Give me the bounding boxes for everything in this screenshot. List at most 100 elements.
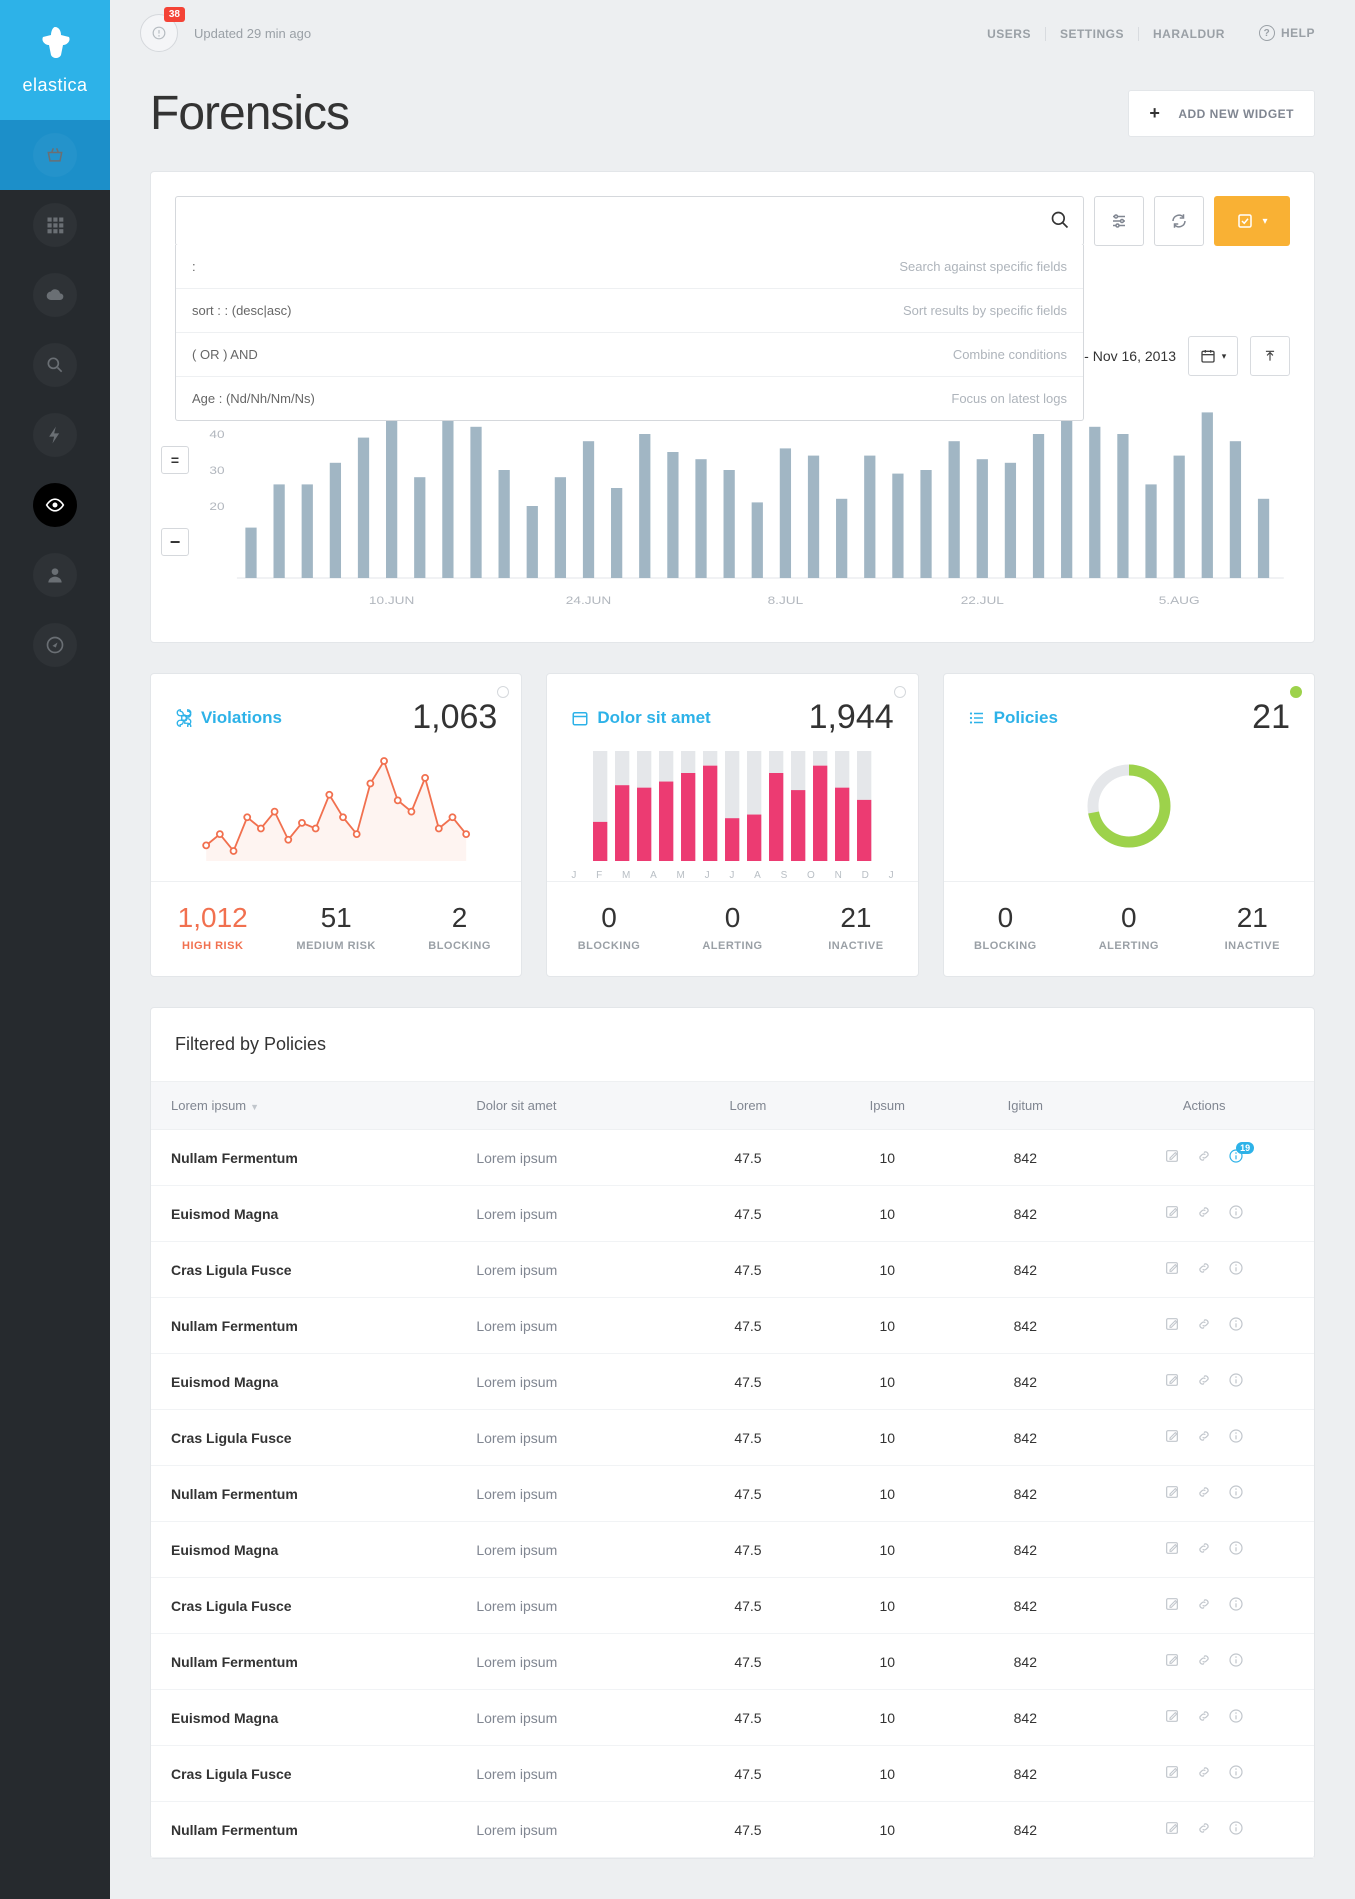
sidebar-item-eye[interactable] [0, 470, 110, 540]
row-val-a: 47.5 [678, 1746, 819, 1802]
edit-action[interactable] [1164, 1820, 1180, 1839]
info-action[interactable]: 19 [1228, 1148, 1244, 1167]
link-icon [1196, 1484, 1212, 1500]
column-header[interactable]: Lorem [678, 1082, 819, 1130]
search-input[interactable] [175, 196, 1084, 246]
edit-action[interactable] [1164, 1652, 1180, 1671]
link-icon [1196, 1204, 1212, 1220]
compass-icon [45, 635, 65, 655]
info-icon [1228, 1652, 1244, 1668]
link-action[interactable] [1196, 1316, 1212, 1335]
suggestion-row[interactable]: sort : : (desc|asc)Sort results by speci… [176, 288, 1083, 332]
row-val-c: 842 [956, 1690, 1094, 1746]
link-action[interactable] [1196, 1372, 1212, 1391]
info-action[interactable] [1228, 1764, 1244, 1783]
link-action[interactable] [1196, 1484, 1212, 1503]
link-action[interactable] [1196, 1652, 1212, 1671]
card-policies: Policies210BLOCKING0ALERTING21INACTIVE [943, 673, 1315, 977]
column-header[interactable]: Lorem ipsum▼ [151, 1082, 456, 1130]
info-action[interactable] [1228, 1260, 1244, 1279]
sidebar-item-search[interactable] [0, 330, 110, 400]
sidebar-item-compass[interactable] [0, 610, 110, 680]
bolt-icon [45, 425, 65, 445]
row-desc: Lorem ipsum [456, 1130, 677, 1186]
chart-zoom-out[interactable]: − [161, 528, 189, 556]
card-title: Policies [968, 708, 1058, 728]
link-action[interactable] [1196, 1260, 1212, 1279]
save-query-button[interactable]: ▾ [1214, 196, 1290, 246]
edit-action[interactable] [1164, 1204, 1180, 1223]
link-action[interactable] [1196, 1596, 1212, 1615]
notification-badge: 38 [164, 7, 185, 22]
edit-action[interactable] [1164, 1540, 1180, 1559]
row-val-b: 10 [818, 1130, 956, 1186]
row-val-a: 47.5 [678, 1186, 819, 1242]
sidebar-item-user[interactable] [0, 540, 110, 610]
link-action[interactable] [1196, 1428, 1212, 1447]
sidebar-item-bolt[interactable] [0, 400, 110, 470]
top-link-settings[interactable]: SETTINGS [1046, 27, 1139, 41]
row-desc: Lorem ipsum [456, 1690, 677, 1746]
suggestion-row[interactable]: : Search against specific fields [176, 245, 1083, 288]
edit-action[interactable] [1164, 1708, 1180, 1727]
table-row: Euismod MagnaLorem ipsum47.510842 [151, 1522, 1314, 1578]
column-header[interactable]: Dolor sit amet [456, 1082, 677, 1130]
link-action[interactable] [1196, 1764, 1212, 1783]
info-action[interactable] [1228, 1820, 1244, 1839]
policies-table: Lorem ipsum▼Dolor sit ametLoremIpsumIgit… [151, 1081, 1314, 1858]
help-link[interactable]: ? HELP [1259, 25, 1315, 41]
link-action[interactable] [1196, 1540, 1212, 1559]
export-button[interactable] [1250, 336, 1290, 376]
link-action[interactable] [1196, 1708, 1212, 1727]
column-header[interactable]: Actions [1094, 1082, 1314, 1130]
column-header[interactable]: Ipsum [818, 1082, 956, 1130]
topbar: 38 Updated 29 min ago USERSSETTINGSHARAL… [110, 0, 1355, 66]
info-action[interactable] [1228, 1204, 1244, 1223]
info-action[interactable] [1228, 1428, 1244, 1447]
logo[interactable]: elastica [0, 0, 110, 120]
edit-action[interactable] [1164, 1484, 1180, 1503]
link-action[interactable] [1196, 1820, 1212, 1839]
link-action[interactable] [1196, 1148, 1212, 1167]
sidebar-item-cloud[interactable] [0, 260, 110, 330]
row-val-a: 47.5 [678, 1298, 819, 1354]
link-icon [1196, 1820, 1212, 1836]
refresh-button[interactable] [1154, 196, 1204, 246]
suggestion-row[interactable]: Age : (Nd/Nh/Nm/Ns)Focus on latest logs [176, 376, 1083, 420]
filter-button[interactable] [1094, 196, 1144, 246]
edit-action[interactable] [1164, 1316, 1180, 1335]
table-row: Euismod MagnaLorem ipsum47.510842 [151, 1186, 1314, 1242]
info-action[interactable] [1228, 1484, 1244, 1503]
info-action[interactable] [1228, 1652, 1244, 1671]
info-action[interactable] [1228, 1708, 1244, 1727]
column-header[interactable]: Igitum [956, 1082, 1094, 1130]
link-action[interactable] [1196, 1204, 1212, 1223]
info-action[interactable] [1228, 1540, 1244, 1559]
info-action[interactable] [1228, 1372, 1244, 1391]
add-widget-button[interactable]: + ADD NEW WIDGET [1128, 90, 1315, 137]
svg-text:8.JUL: 8.JUL [768, 594, 804, 606]
stat-inactive: 21INACTIVE [794, 882, 917, 976]
edit-action[interactable] [1164, 1260, 1180, 1279]
edit-action[interactable] [1164, 1596, 1180, 1615]
edit-action[interactable] [1164, 1148, 1180, 1167]
info-action[interactable] [1228, 1316, 1244, 1335]
row-name: Nullam Fermentum [151, 1802, 456, 1858]
edit-action[interactable] [1164, 1428, 1180, 1447]
suggestion-row[interactable]: ( OR ) AND Combine conditions [176, 332, 1083, 376]
info-icon [1228, 1372, 1244, 1388]
chart-drag-handle[interactable]: = [161, 446, 189, 474]
svg-text:30: 30 [209, 464, 224, 476]
row-name: Euismod Magna [151, 1186, 456, 1242]
info-action[interactable] [1228, 1596, 1244, 1615]
edit-action[interactable] [1164, 1372, 1180, 1391]
sidebar-item-apps[interactable] [0, 190, 110, 260]
top-link-users[interactable]: USERS [973, 27, 1046, 41]
edit-action[interactable] [1164, 1764, 1180, 1783]
top-link-haraldur[interactable]: HARALDUR [1139, 27, 1239, 41]
stat-inactive: 21INACTIVE [1191, 882, 1314, 976]
sidebar-item-basket[interactable] [0, 120, 110, 190]
calendar-button[interactable]: ▾ [1188, 336, 1238, 376]
notifications-button[interactable]: 38 [140, 14, 178, 52]
search-icon-button[interactable] [1050, 210, 1070, 233]
